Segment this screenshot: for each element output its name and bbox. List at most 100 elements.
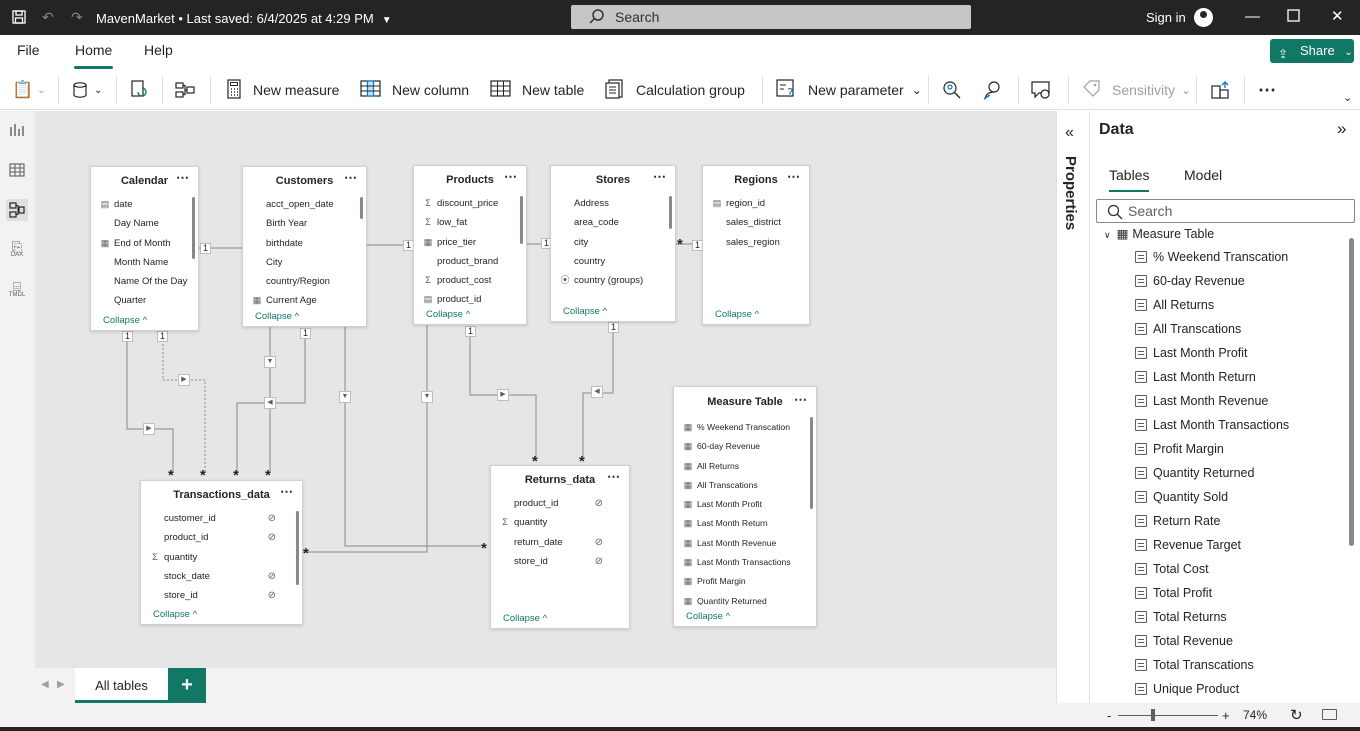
measure-item[interactable]: All Transcations <box>1135 319 1241 343</box>
tab-scroll-arrows-icon[interactable]: ◀ ▶ <box>41 679 65 690</box>
close-icon[interactable]: ✕ <box>1331 8 1344 26</box>
field-row[interactable]: return_date ⊘ <box>491 533 629 552</box>
field-row[interactable]: ▤ product_id <box>414 290 526 304</box>
field-row[interactable]: Σquantity <box>491 513 629 532</box>
refresh-button[interactable] <box>129 70 149 110</box>
hidden-eye-icon[interactable]: ⊘ <box>268 528 276 547</box>
measure-item[interactable]: 60-day Revenue <box>1135 271 1245 295</box>
field-row[interactable]: ▦ Quantity Returned <box>674 592 816 605</box>
table-card-measure-table[interactable]: Measure Table ⋯ ▦% Weekend Transcation ▦… <box>673 386 817 627</box>
measure-table-tree-node[interactable]: ∨ ▦ Measure Table <box>1104 226 1214 241</box>
sign-in-link[interactable]: Sign in <box>1146 10 1186 25</box>
field-row[interactable]: Σproduct_cost <box>414 271 526 290</box>
avatar-icon[interactable] <box>1194 8 1213 27</box>
field-row[interactable]: sales_region <box>703 233 809 252</box>
measure-item[interactable]: Revenue Target <box>1135 535 1241 559</box>
field-row[interactable]: ▦ price_tier <box>414 233 526 252</box>
table-card-customers[interactable]: Customers ⋯ acct_open_date Birth Year bi… <box>242 166 367 327</box>
field-row[interactable]: Σlow_fat <box>414 213 526 232</box>
field-row[interactable]: store_id ⊘ <box>491 552 629 571</box>
scrollbar[interactable] <box>669 196 672 229</box>
field-row[interactable]: product_id ⊘ <box>491 494 629 513</box>
field-row[interactable]: ▦ Current Age <box>243 291 366 306</box>
collapse-link[interactable]: Collapse ^ <box>153 609 197 620</box>
data-pane-scrollbar[interactable] <box>1349 238 1354 546</box>
measure-item[interactable]: All Returns <box>1135 295 1214 319</box>
field-row[interactable]: city <box>551 233 675 252</box>
more-options-icon[interactable]: ⋯ <box>1258 70 1276 110</box>
field-row[interactable]: Day Name <box>91 214 198 233</box>
measure-item[interactable]: Total Transcations <box>1135 655 1254 679</box>
zoom-out-button[interactable]: - <box>1107 708 1111 723</box>
scrollbar[interactable] <box>810 417 813 509</box>
more-options-icon[interactable]: ⋯ <box>344 170 358 186</box>
menu-file[interactable]: File <box>17 42 40 58</box>
publish-button[interactable] <box>1210 70 1232 110</box>
field-row[interactable]: ▦ Last Month Return <box>674 514 816 533</box>
reset-view-icon[interactable]: ↻ <box>1290 706 1303 724</box>
field-row[interactable]: birthdate <box>243 234 366 253</box>
tab-tables[interactable]: Tables <box>1109 167 1150 192</box>
field-row[interactable]: ▦ % Weekend Transcation <box>674 418 816 437</box>
field-row[interactable]: ▦ Last Month Profit <box>674 495 816 514</box>
share-button[interactable]: ⇪ Share ⌄ <box>1270 39 1354 63</box>
measure-item[interactable]: Total Cost <box>1135 559 1209 583</box>
field-row[interactable]: stock_date ⊘ <box>141 567 302 586</box>
measure-item[interactable]: % Weekend Transcation <box>1135 247 1288 271</box>
app-title[interactable]: MavenMarket • Last saved: 6/4/2025 at 4:… <box>96 11 392 26</box>
more-options-icon[interactable]: ⋯ <box>653 169 667 185</box>
more-options-icon[interactable]: ⋯ <box>176 170 190 186</box>
field-row[interactable]: store_id ⊘ <box>141 586 302 603</box>
measure-item[interactable]: Quantity Returned <box>1135 463 1254 487</box>
field-row[interactable]: Σquantity <box>141 548 302 567</box>
new-measure-button[interactable]: New measure <box>225 70 339 110</box>
field-row[interactable]: Σdiscount_price <box>414 194 526 213</box>
collapse-link[interactable]: Collapse ^ <box>686 611 730 622</box>
zoom-in-button[interactable]: + <box>1222 708 1230 723</box>
more-options-icon[interactable]: ⋯ <box>787 169 801 185</box>
qa-setup-button[interactable] <box>1030 70 1052 110</box>
field-row[interactable]: ▦ Last Month Transactions <box>674 553 816 572</box>
collapse-link[interactable]: Collapse ^ <box>503 613 547 624</box>
undo-icon[interactable]: ↶ <box>42 9 54 25</box>
hidden-eye-icon[interactable]: ⊘ <box>595 533 603 552</box>
measure-item[interactable]: Last Month Transactions <box>1135 415 1289 439</box>
field-row[interactable]: City <box>243 253 366 272</box>
measure-item[interactable]: Return Rate <box>1135 511 1220 535</box>
sensitivity-button[interactable]: Sensitivity ⌄ <box>1082 70 1191 110</box>
menu-home[interactable]: Home <box>73 42 114 69</box>
field-row[interactable]: ▦ End of Month <box>91 234 198 253</box>
field-row[interactable]: product_brand <box>414 252 526 271</box>
field-row[interactable]: Month Name <box>91 253 198 272</box>
field-row[interactable]: Name Of the Day <box>91 272 198 291</box>
measure-item[interactable]: Last Month Revenue <box>1135 391 1268 415</box>
dax-query-view-icon[interactable]: ⎘ DAX <box>6 239 28 261</box>
measure-item[interactable]: Total Revenue <box>1135 631 1233 655</box>
measure-item[interactable]: Last Month Return <box>1135 367 1256 391</box>
table-card-calendar[interactable]: Calendar ⋯ ▤ date Day Name ▦ End of Month … <box>90 166 199 331</box>
collapse-link[interactable]: Collapse ^ <box>715 309 759 320</box>
table-card-stores[interactable]: Stores ⋯ Address area_code city country … <box>550 165 676 322</box>
field-row[interactable]: ▦ All Returns <box>674 457 816 476</box>
new-column-button[interactable]: New column <box>360 70 469 110</box>
data-search-input[interactable]: Search <box>1096 199 1355 223</box>
table-card-transactions-data[interactable]: Transactions_data ⋯ customer_id ⊘ product… <box>140 480 303 625</box>
table-view-icon[interactable] <box>6 159 28 181</box>
field-row[interactable]: Address <box>551 194 675 213</box>
field-row[interactable]: ▦ 60-day Revenue <box>674 437 816 456</box>
get-data-button[interactable]: ⌄ <box>72 70 102 110</box>
redo-icon[interactable]: ↷ <box>71 9 83 25</box>
field-row[interactable]: Quarter <box>91 291 198 310</box>
manage-roles-button[interactable] <box>942 70 962 110</box>
new-table-button[interactable]: New table <box>490 70 584 110</box>
new-parameter-button[interactable]: ? New parameter ⌄ <box>776 70 922 110</box>
table-card-returns-data[interactable]: Returns_data ⋯ product_id ⊘ Σquantity ret… <box>490 465 630 629</box>
fit-to-screen-icon[interactable] <box>1322 709 1337 720</box>
hidden-eye-icon[interactable]: ⊘ <box>595 494 603 513</box>
collapse-pane-icon[interactable]: » <box>1337 119 1346 139</box>
menu-help[interactable]: Help <box>144 42 173 58</box>
field-row[interactable]: country/Region <box>243 272 366 291</box>
field-row[interactable]: sales_district <box>703 213 809 232</box>
measure-item[interactable]: Total Profit <box>1135 583 1212 607</box>
field-row[interactable]: ⦿ country (groups) <box>551 271 675 290</box>
